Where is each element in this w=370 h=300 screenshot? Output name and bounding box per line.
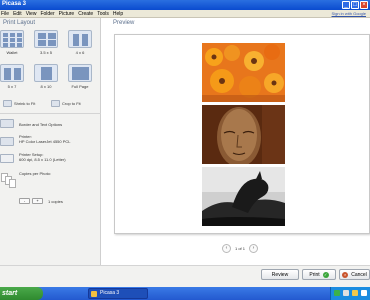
crop-to-fit-label: Crop to Fit [62,101,81,106]
cancel-icon: × [342,271,349,278]
layout-label: 8 x 10 [40,84,52,89]
layout-label: 3.5 x 5 [39,50,52,55]
maximize-button[interactable]: □ [351,1,359,9]
print-label: Print [309,271,320,278]
page-navigation: ‹ 1 of 1 › [222,244,259,253]
action-bar: Review Print ✓ × Cancel [0,265,370,287]
close-button[interactable]: × [360,1,368,9]
layout-label: 4 x 6 [75,50,85,55]
title-bar: Picasa 3 _ □ × [0,0,370,10]
layout-thumb [34,30,58,48]
crop-icon [51,100,60,107]
picasa-icon [91,291,97,297]
layout-4x6[interactable]: 4 x 6 [68,30,92,55]
layout-thumb [34,64,58,82]
system-tray [330,287,370,300]
panel-title: Print Layout [3,20,36,26]
layout-thumb [0,64,24,82]
security-icon[interactable] [352,290,358,296]
menu-create[interactable]: Create [78,10,93,18]
page-indicator: 1 of 1 [235,246,246,251]
printer-value: HP Color LaserJet 4550 PCL [19,139,71,144]
clock-icon[interactable] [361,290,367,296]
layout-full-page[interactable]: Full Page [68,64,92,89]
layout-thumb [68,64,92,82]
menu-edit[interactable]: Edit [13,10,22,18]
taskbar-item-picasa[interactable]: Picasa 3 [88,288,148,299]
cancel-label: Cancel [351,271,367,278]
copies-icon [9,179,16,188]
shrink-to-fit-label: Shrink to Fit [14,101,36,106]
printer-setup-value: 600 dpi, 8.5 x 11.0 (Letter) [19,157,66,162]
taskbar: start Picasa 3 [0,287,370,300]
window-title: Picasa 3 [2,1,27,7]
menu-file[interactable]: File [1,10,9,18]
review-label: Review [271,271,289,278]
menu-help[interactable]: Help [113,10,123,18]
review-button[interactable]: Review [261,269,299,280]
network-icon[interactable] [334,290,340,296]
photo-flowers[interactable] [202,43,285,102]
preview-title: Preview [113,20,135,26]
menu-folder[interactable]: Folder [40,10,54,18]
layout-thumb [68,30,92,48]
border-text-label: Border and Text Options [19,122,63,127]
menu-picture[interactable]: Picture [59,10,75,18]
window-controls: _ □ × [342,1,368,9]
layout-3x5[interactable]: 3.5 x 5 [34,30,58,55]
shrink-icon [3,100,12,107]
sign-in-link[interactable]: Sign in with Google [332,10,366,18]
menu-view[interactable]: View [26,10,37,18]
increase-copies-button[interactable]: + [32,198,43,204]
volume-icon[interactable] [343,290,349,296]
copies-value: 1 copies [48,198,63,204]
taskbar-item-label: Picasa 3 [100,290,120,296]
copies-stepper: - + 1 copies [19,198,63,204]
print-button[interactable]: Print ✓ [302,269,336,280]
print-layout-panel: Print Layout Wallet 3.5 x 5 4 x 6 5 x 7 … [0,18,101,265]
layout-label: Full Page [71,84,89,89]
copies-heading: Copies per Photo: [19,171,52,176]
next-page-button[interactable]: › [249,244,259,253]
layout-label: 5 x 7 [7,84,17,89]
shrink-to-fit-button[interactable]: Shrink to Fit [3,99,35,108]
photo-buddha[interactable] [202,105,285,164]
border-icon [0,119,14,128]
start-button[interactable]: start [0,287,43,300]
crop-to-fit-button[interactable]: Crop to Fit [51,99,81,108]
previous-page-button[interactable]: ‹ [222,244,231,253]
layout-wallet[interactable]: Wallet [0,30,24,55]
menu-tools[interactable]: Tools [97,10,109,18]
decrease-copies-button[interactable]: - [19,198,30,204]
divider [0,113,101,114]
layout-5x7[interactable]: 5 x 7 [0,64,24,89]
settings-icon [0,154,14,163]
layout-thumb [0,30,24,48]
checkmark-icon: ✓ [322,271,329,278]
cancel-button[interactable]: × Cancel [339,269,370,280]
photo-horse[interactable] [202,167,285,226]
layout-label: Wallet [6,50,18,55]
printer-icon [0,137,14,146]
minimize-button[interactable]: _ [342,1,350,9]
layout-8x10[interactable]: 8 x 10 [34,64,58,89]
menu-bar: File Edit View Folder Picture Create Too… [0,10,370,18]
